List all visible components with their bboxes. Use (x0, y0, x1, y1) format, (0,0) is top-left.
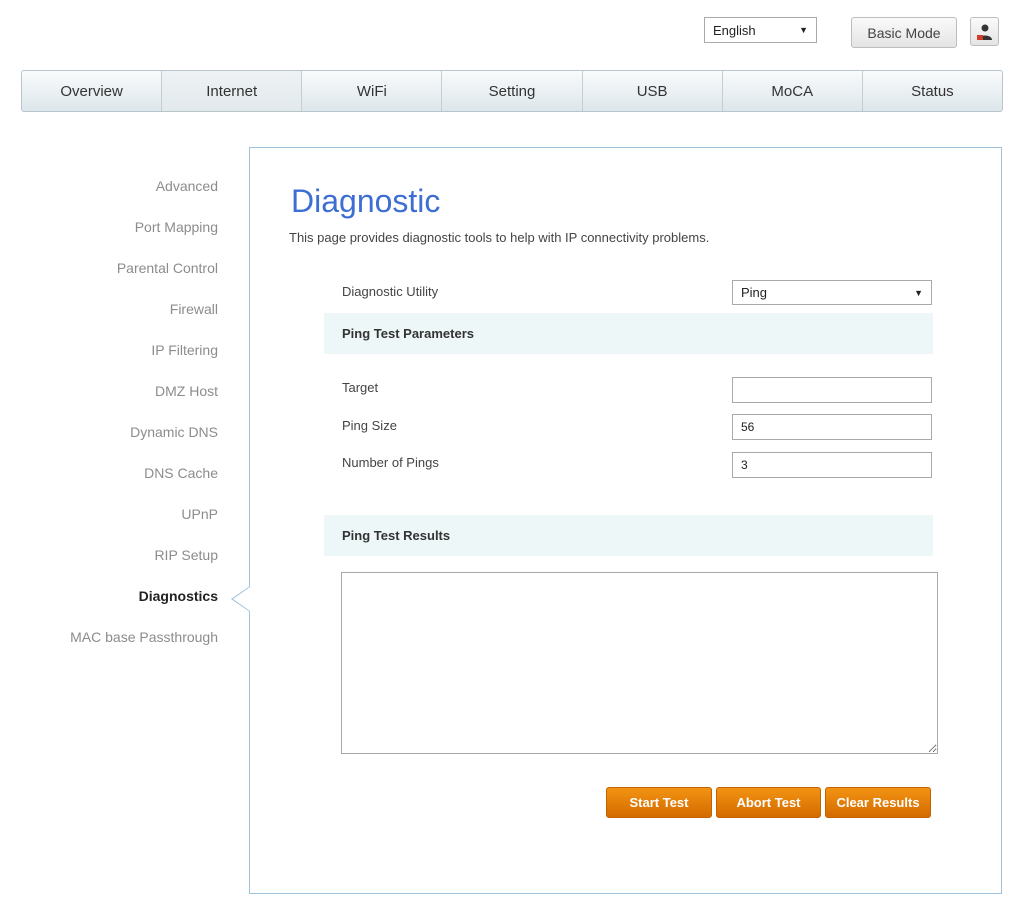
sidebar-item-parental-control[interactable]: Parental Control (0, 258, 218, 299)
tab-status[interactable]: Status (863, 71, 1002, 111)
sidebar: Advanced Port Mapping Parental Control F… (0, 176, 218, 668)
chevron-down-icon: ▼ (799, 25, 808, 35)
abort-test-button[interactable]: Abort Test (716, 787, 821, 818)
tab-usb[interactable]: USB (583, 71, 723, 111)
number-of-pings-label: Number of Pings (342, 455, 439, 470)
start-test-button[interactable]: Start Test (606, 787, 712, 818)
sidebar-item-upnp[interactable]: UPnP (0, 504, 218, 545)
clear-results-button[interactable]: Clear Results (825, 787, 931, 818)
main-nav: Overview Internet WiFi Setting USB MoCA … (21, 70, 1003, 112)
sidebar-item-dns-cache[interactable]: DNS Cache (0, 463, 218, 504)
tab-moca[interactable]: MoCA (723, 71, 863, 111)
diagnostic-utility-value: Ping (741, 285, 768, 300)
basic-mode-button[interactable]: Basic Mode (851, 17, 957, 48)
tab-setting[interactable]: Setting (442, 71, 583, 111)
sidebar-item-dmz-host[interactable]: DMZ Host (0, 381, 218, 422)
target-input[interactable] (732, 377, 932, 403)
number-of-pings-input[interactable] (732, 452, 932, 478)
page-title: Diagnostic (291, 183, 441, 219)
active-pointer-fill (233, 587, 250, 611)
ping-size-label: Ping Size (342, 418, 397, 433)
sidebar-item-dynamic-dns[interactable]: Dynamic DNS (0, 422, 218, 463)
sidebar-item-rip-setup[interactable]: RIP Setup (0, 545, 218, 586)
language-value: English (713, 22, 756, 38)
user-button[interactable] (970, 17, 999, 46)
ping-params-header: Ping Test Parameters (324, 313, 933, 354)
page-description: This page provides diagnostic tools to h… (289, 230, 710, 245)
diagnostic-utility-select[interactable]: Ping ▼ (732, 280, 932, 305)
diagnostic-utility-label: Diagnostic Utility (342, 284, 439, 299)
ping-results-textarea[interactable] (341, 572, 938, 754)
tab-internet[interactable]: Internet (162, 71, 303, 111)
chevron-down-icon: ▼ (914, 287, 923, 298)
user-icon (976, 24, 992, 40)
ping-size-input[interactable] (732, 414, 932, 440)
sidebar-item-ip-filtering[interactable]: IP Filtering (0, 340, 218, 381)
sidebar-item-mac-base-passthrough[interactable]: MAC base Passthrough (0, 627, 218, 668)
sidebar-item-diagnostics[interactable]: Diagnostics (0, 586, 218, 627)
sidebar-item-firewall[interactable]: Firewall (0, 299, 218, 340)
language-select[interactable]: English ▼ (704, 17, 817, 43)
tab-wifi[interactable]: WiFi (302, 71, 443, 111)
tab-overview[interactable]: Overview (22, 71, 163, 111)
ping-results-header: Ping Test Results (324, 515, 933, 556)
sidebar-item-port-mapping[interactable]: Port Mapping (0, 217, 218, 258)
sidebar-item-advanced[interactable]: Advanced (0, 176, 218, 217)
target-label: Target (342, 380, 379, 395)
